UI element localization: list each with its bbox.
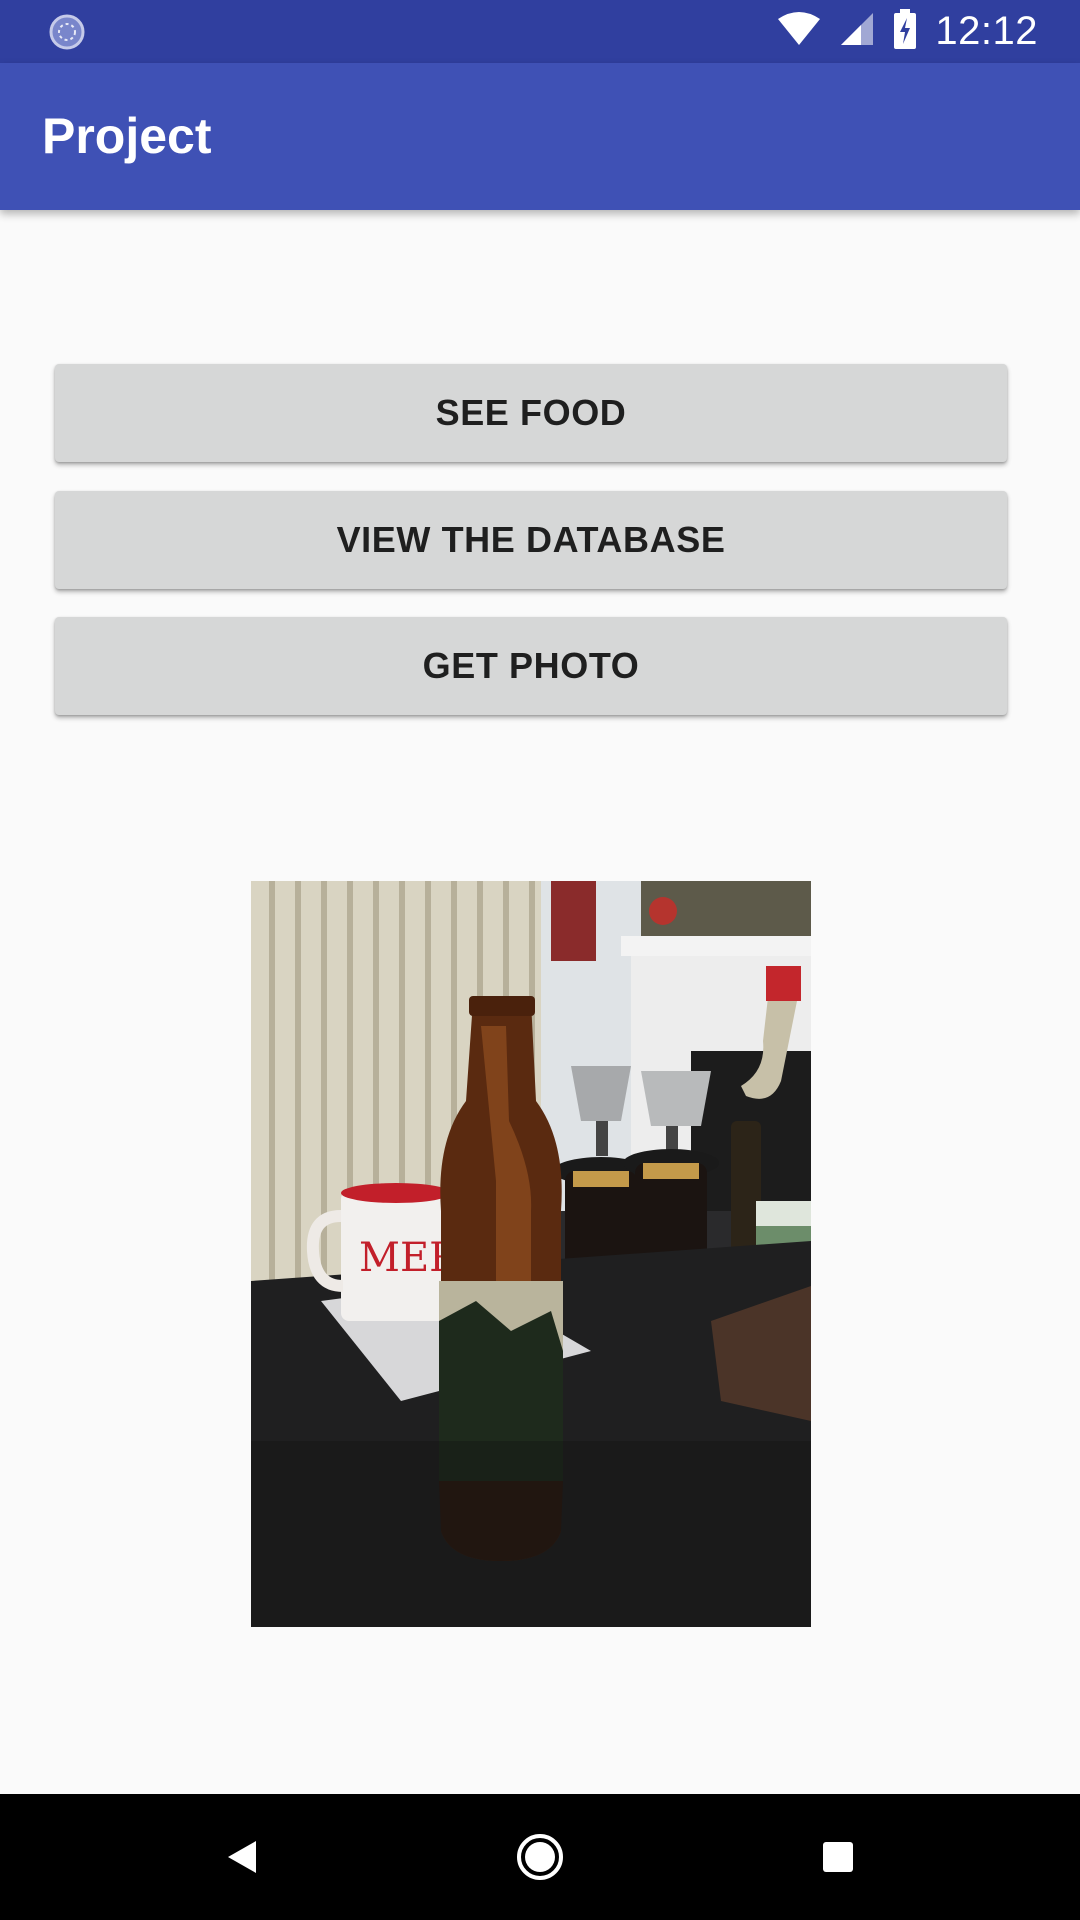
home-icon[interactable] [460,1794,620,1920]
wifi-icon [777,11,821,52]
status-bar: 12:12 [0,0,1080,63]
captured-photo: MERRY [251,881,811,1627]
app-bar: Project [0,63,1080,210]
signal-icon [839,11,875,52]
navigation-bar [0,1794,1080,1920]
recents-icon[interactable] [758,1794,918,1920]
back-icon[interactable] [162,1794,322,1920]
battery-charging-icon [893,9,917,54]
get-photo-button[interactable]: GET PHOTO [55,617,1007,715]
view-database-button[interactable]: VIEW THE DATABASE [55,491,1007,589]
sync-icon [48,13,86,51]
clock: 12:12 [935,9,1038,53]
app-title: Project [42,108,212,164]
see-food-button[interactable]: SEE FOOD [55,364,1007,462]
